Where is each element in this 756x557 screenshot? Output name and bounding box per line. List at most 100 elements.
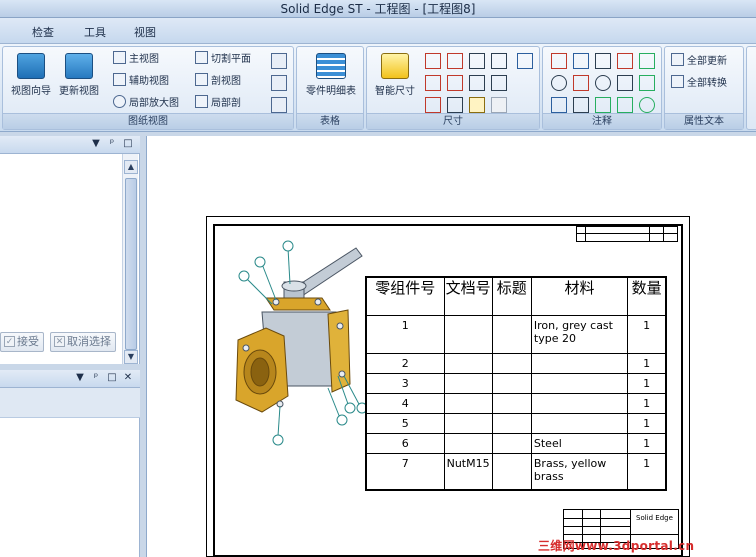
edge-condition-icon[interactable] [551,75,567,91]
cell-item: 1 [365,314,445,354]
center-mark-icon[interactable] [639,75,655,91]
close-panel-icon[interactable]: ✕ [122,372,134,384]
header-item-number: 零组件号 [365,276,445,316]
parts-list-table[interactable]: 零组件号 文档号 标题 材料 数量 1 Iron, grey cast type… [365,276,667,491]
accept-button[interactable]: ✓ 接受 [0,332,44,352]
tab-view[interactable]: 视图 [134,24,156,40]
cell-qty: 1 [627,453,667,491]
scroll-down-icon[interactable]: ▼ [124,350,138,364]
principal-view-icon [113,51,126,64]
dropdown-icon-2[interactable]: ▼ [74,372,86,384]
update-all-button[interactable]: 全部更新 [671,53,727,71]
parts-list-button[interactable]: 零件明细表 [303,51,359,107]
section-view-button[interactable]: 剖视图 [195,73,241,91]
table-row: 6 Steel 1 [365,433,667,455]
maximize-icon-2[interactable]: □ [106,372,118,384]
cancel-selection-button[interactable]: ✕ 取消选择 [50,332,116,352]
update-views-button[interactable]: 更新视图 [55,51,103,107]
panel-toolbar [0,388,140,418]
view-wizard-button[interactable]: 视图向导 [7,51,55,107]
leader-icon[interactable] [551,53,567,69]
auxiliary-view-label: 辅助视图 [129,76,169,87]
smart-dimension-button[interactable]: 智能尺寸 [371,51,419,107]
cell-item: 2 [365,352,445,374]
model-view-icon[interactable] [271,75,287,91]
feature-control-frame-icon[interactable] [595,53,611,69]
callout-icon[interactable] [573,97,589,113]
copy-dimension-icon[interactable] [469,97,485,113]
group-dimensions-label: 尺寸 [367,113,539,129]
convert-all-button[interactable]: 全部转换 [671,75,727,93]
datum-target-icon[interactable] [595,75,611,91]
arc-dimension-icon[interactable] [425,97,441,113]
cell-item: 4 [365,392,445,415]
section-view-label: 剖视图 [211,76,241,87]
radial-dimension-icon[interactable] [447,75,463,91]
broken-out-button[interactable]: 局部剖 [195,95,241,113]
header-document-number: 文档号 [443,276,493,316]
cell-title [491,372,532,394]
group-tables: 零件明细表 表格 [296,46,364,130]
text-dimension-icon[interactable] [517,53,533,69]
panel-scrollbar[interactable]: ▲ ▼ [122,154,138,364]
principal-view-button[interactable]: 主视图 [113,51,159,69]
group-tables-label: 表格 [297,113,363,129]
window-title: Solid Edge ST - 工程图 - [工程图8] [0,0,756,18]
maximize-icon[interactable]: □ [122,138,134,150]
cell-material [530,372,629,394]
cell-title [491,433,532,455]
cell-qty: 1 [627,413,667,435]
stem-nut [281,280,307,292]
cell-doc [443,433,493,455]
left-panel-bottom: ▼ ᵖ □ ✕ [0,370,140,557]
cell-doc: NutM15 [443,453,493,491]
scroll-thumb[interactable] [125,178,137,350]
chamfer-dimension-icon[interactable] [491,53,507,69]
detail-view-button[interactable]: 局部放大图 [113,95,179,113]
left-panel-top: ▼ ᵖ □ ▲ ▼ ✓ 接受 ✕ 取消选择 [0,136,140,364]
datum-frame-icon[interactable] [617,53,633,69]
cell-qty: 1 [627,314,667,354]
coordinate-dimension-icon[interactable] [469,53,485,69]
cell-item: 6 [365,433,445,455]
valve-assembly-illustration[interactable] [232,236,372,454]
weld-symbol-icon[interactable] [639,53,655,69]
balloon-icon[interactable] [573,53,589,69]
symmetric-dimension-icon[interactable] [425,75,441,91]
weld-icon[interactable] [551,97,567,113]
cutting-plane-button[interactable]: 切割平面 [195,51,251,69]
tab-tools[interactable]: 工具 [84,24,106,40]
chain-dimension-icon[interactable] [491,75,507,91]
scroll-up-icon[interactable]: ▲ [124,160,138,174]
cell-doc [443,392,493,415]
centerline-icon[interactable] [617,97,633,113]
bolt-hole-circle-icon[interactable] [639,97,655,113]
pin-icon-2[interactable]: ᵖ [90,372,102,384]
cell-material [530,392,629,415]
group-overflow [746,46,756,130]
surface-texture-icon[interactable] [573,75,589,91]
update-views-label: 更新视图 [59,86,99,97]
cell-qty: 1 [627,372,667,394]
dimension-style-icon[interactable] [491,97,507,113]
text-icon[interactable] [617,75,633,91]
group-dimensions: 智能尺寸 尺寸 [366,46,540,130]
drawing-view-icon[interactable] [271,97,287,113]
stacked-dimension-icon[interactable] [469,75,485,91]
dropdown-icon[interactable]: ▼ [90,138,102,150]
cell-doc [443,413,493,435]
connector-icon[interactable] [595,97,611,113]
cell-material [530,352,629,374]
watermark-text: 三维网www.3dportal.cn [538,539,695,553]
tab-inspect[interactable]: 检查 [32,24,54,40]
parts-list-icon [316,53,346,79]
principal-view-label: 主视图 [129,54,159,65]
retrieve-dimension-icon[interactable] [447,97,463,113]
cube-view-icon[interactable] [271,53,287,69]
group-property-text: 全部更新 全部转换 属性文本 [664,46,744,130]
revision-block [576,226,678,242]
angle-dimension-icon[interactable] [447,53,463,69]
distance-dimension-icon[interactable] [425,53,441,69]
pin-icon[interactable]: ᵖ [106,138,118,150]
auxiliary-view-button[interactable]: 辅助视图 [113,73,169,91]
